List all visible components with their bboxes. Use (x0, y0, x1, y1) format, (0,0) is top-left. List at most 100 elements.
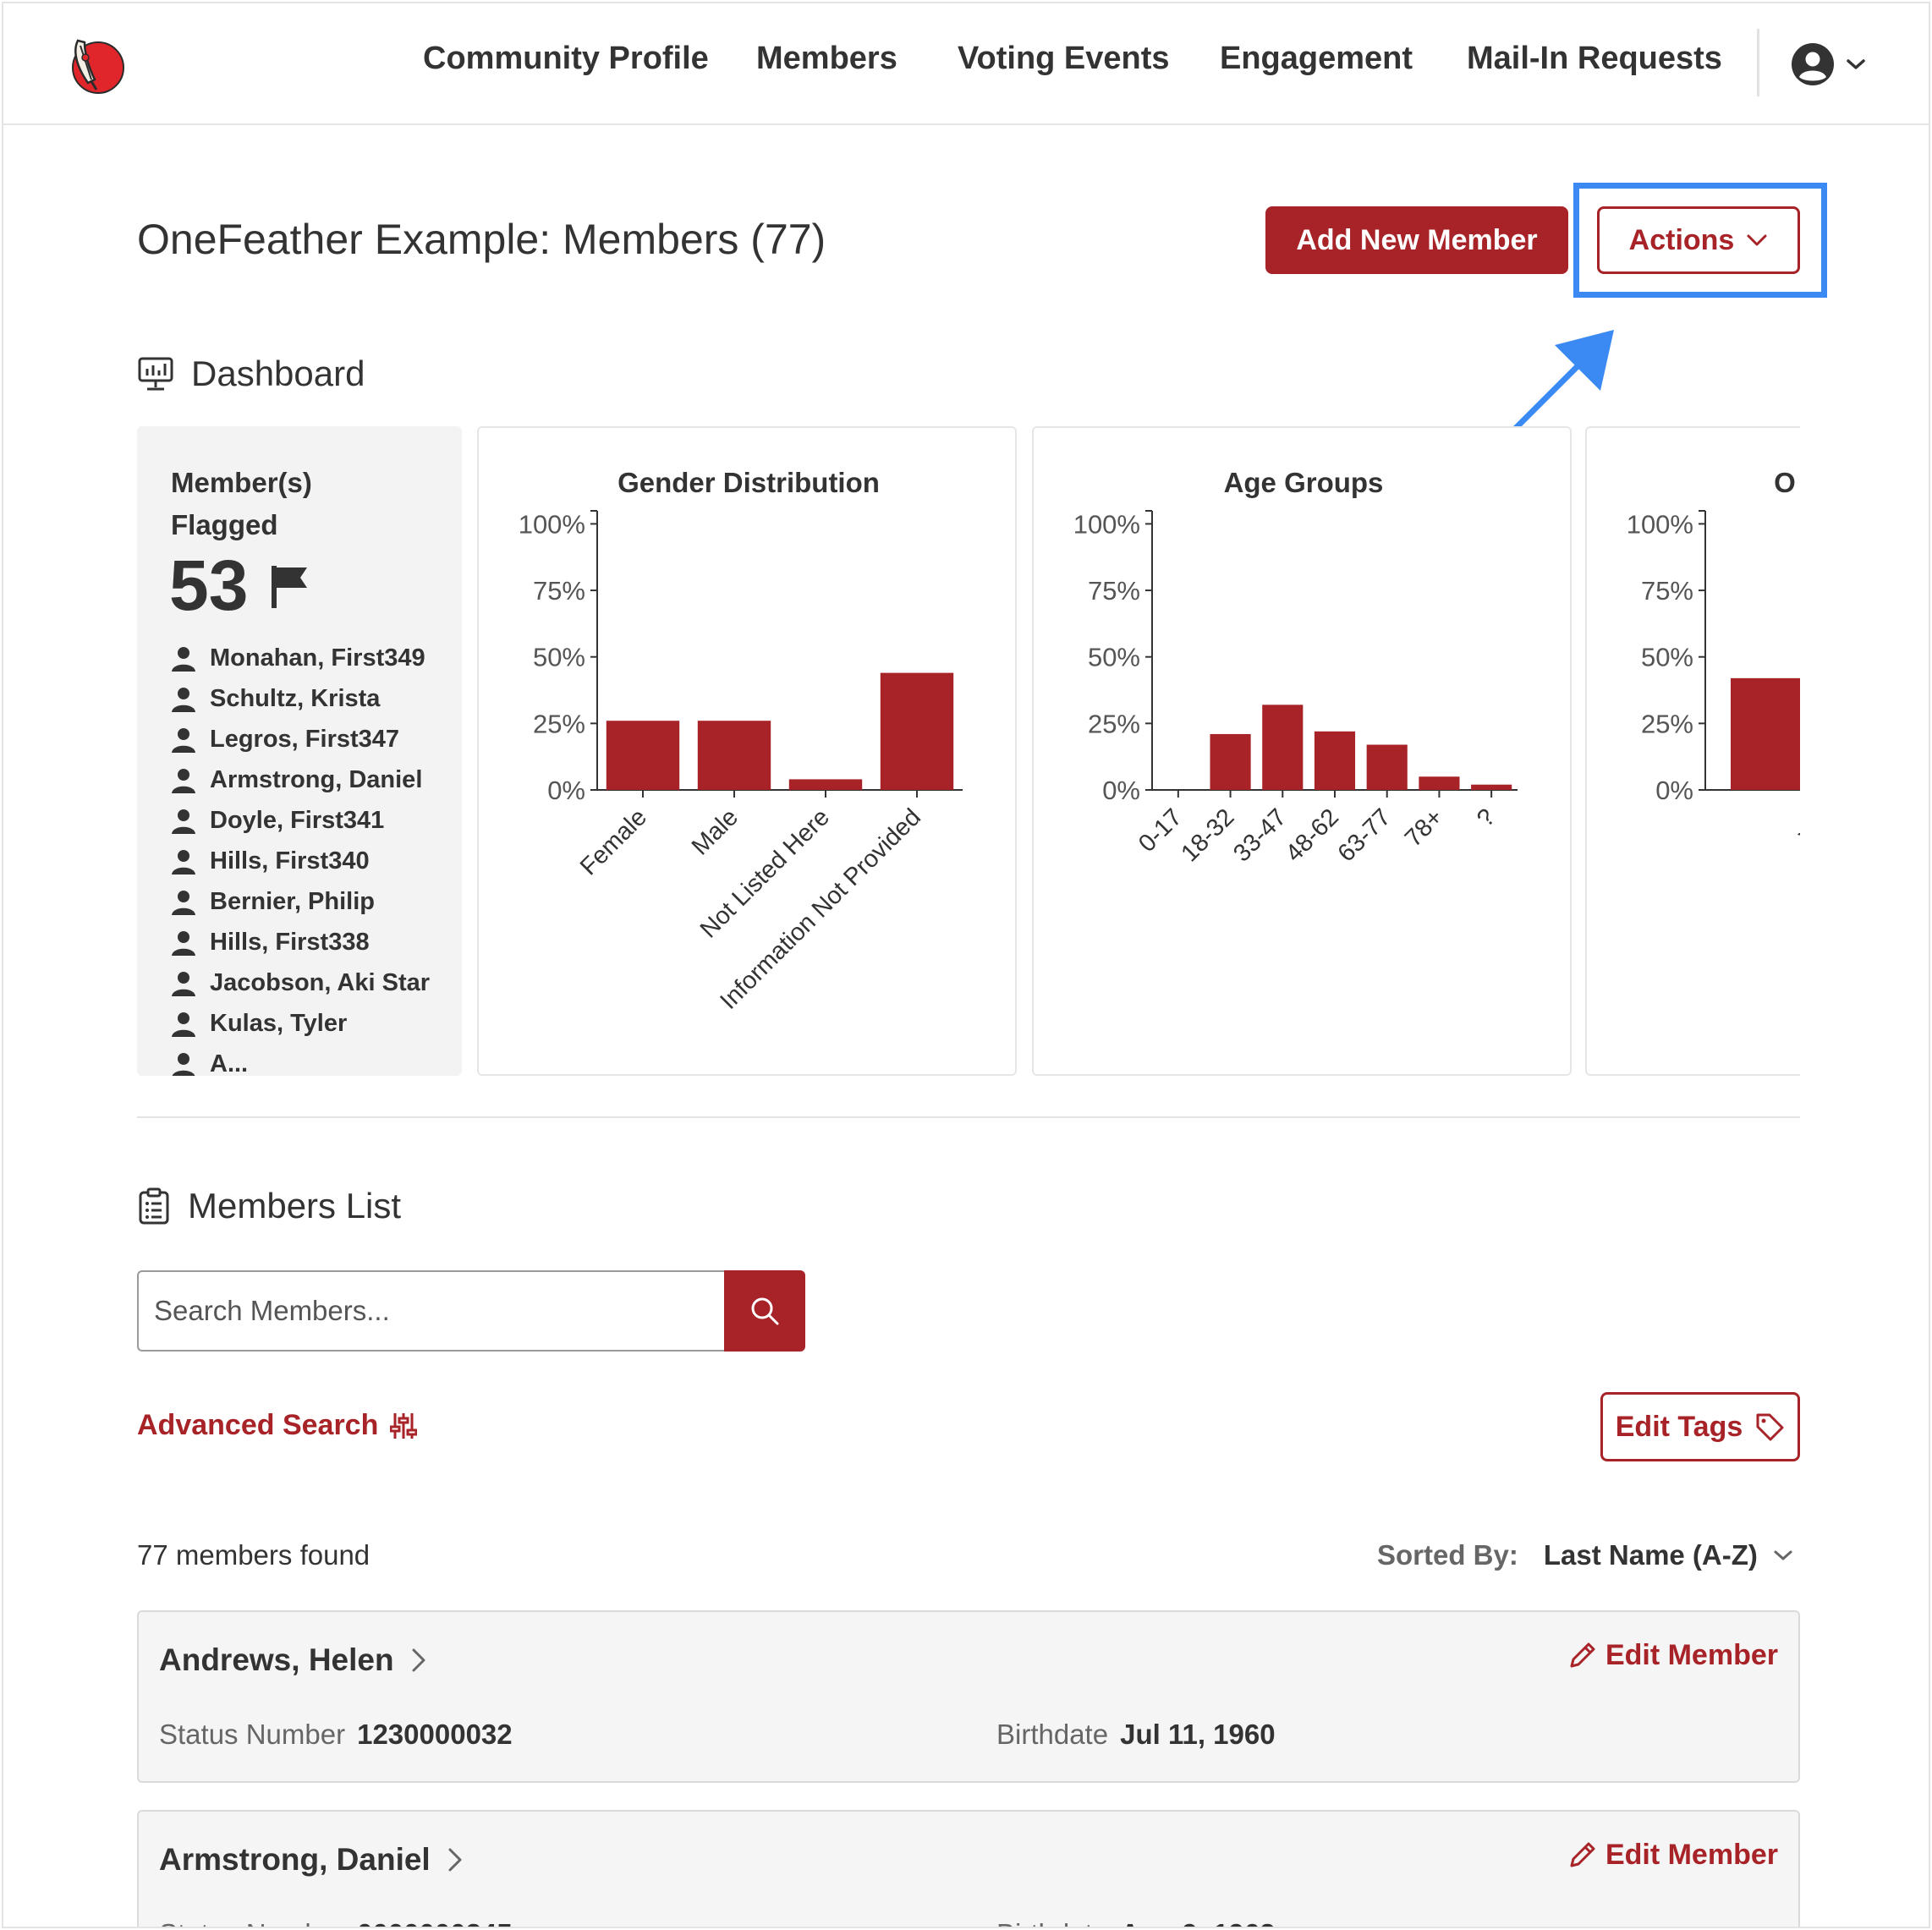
flagged-member-name: Jacobson, Aki Star (210, 969, 431, 996)
flagged-member-item[interactable]: Kulas, Tyler (171, 1008, 450, 1039)
search-button[interactable] (724, 1270, 805, 1352)
flagged-member-item[interactable]: Legros, First347 (171, 724, 450, 754)
status-number-label: Status Number (159, 1918, 345, 1927)
person-icon (172, 1053, 195, 1076)
flagged-member-item[interactable]: Monahan, First349 (171, 643, 450, 673)
x-tick-label: ? (1472, 803, 1501, 832)
flagged-count-value: 53 (169, 546, 249, 625)
chart-bar[interactable] (1314, 731, 1356, 790)
nav-engagement[interactable]: Engagement (1220, 41, 1413, 77)
y-tick-label: 100% (519, 509, 585, 539)
chart-bar[interactable] (1262, 705, 1304, 790)
nav-voting-events[interactable]: Voting Events (958, 41, 1170, 77)
person-icon (172, 728, 195, 753)
chart-bar[interactable] (1731, 677, 1800, 790)
member-search (137, 1270, 805, 1352)
pencil-icon (1570, 1842, 1595, 1867)
y-tick-label: 50% (533, 643, 585, 672)
nav-community-profile[interactable]: Community Profile (423, 41, 709, 77)
chart-bar[interactable] (1210, 733, 1251, 790)
person-icon (172, 688, 195, 712)
chart-bar[interactable] (880, 672, 954, 790)
member-card: Armstrong, Daniel Edit Member Status Numbe… (137, 1810, 1800, 1927)
member-card: Andrews, Helen Edit Member Status Number 12… (137, 1610, 1800, 1783)
flagged-members-card: Member(s) Flagged 53 Monahan, First349 Sc… (137, 426, 462, 1076)
chart-bar[interactable] (1419, 776, 1460, 790)
sort-dropdown[interactable]: Last Name (A-Z) (1544, 1539, 1793, 1571)
flagged-member-name: Doyle, First341 (210, 807, 385, 834)
clipboard-list-icon (139, 1187, 169, 1225)
nav-members[interactable]: Members (756, 41, 897, 77)
third-chart: O 100% 75% 50% 25% 0% Yes (1627, 467, 1800, 851)
flagged-member-item[interactable]: Armstrong, Daniel (171, 765, 450, 795)
member-name-link[interactable]: Armstrong, Daniel (159, 1842, 463, 1878)
pencil-icon (1570, 1642, 1595, 1667)
y-tick-label: 50% (1088, 643, 1140, 672)
chart-bar[interactable] (788, 779, 863, 790)
edit-member-button[interactable]: Edit Member (1567, 1839, 1778, 1872)
y-tick-label: 50% (1641, 643, 1693, 672)
y-tick-label: 25% (533, 709, 585, 738)
flagged-member-item[interactable]: Doyle, First341 (171, 805, 450, 836)
x-tick-label: Female (575, 803, 652, 880)
person-icon (172, 809, 195, 834)
birthdate-label: Birthdate (996, 1918, 1108, 1927)
sort-control: Sorted By: Last Name (A-Z) (1377, 1539, 1793, 1571)
edit-tags-button[interactable]: Edit Tags (1600, 1392, 1800, 1461)
person-icon (172, 972, 195, 996)
edit-member-button[interactable]: Edit Member (1567, 1639, 1778, 1672)
flagged-member-name: Hills, First338 (210, 929, 370, 956)
search-input[interactable] (137, 1270, 724, 1352)
flagged-members-list: Monahan, First349 Schultz, Krista Legros, … (171, 643, 450, 1076)
x-tick-label: 48-62 (1281, 803, 1344, 867)
chart-title: Age Groups (1224, 467, 1384, 498)
flagged-member-item[interactable]: Schultz, Krista (171, 683, 450, 714)
chart-title: Gender Distribution (617, 467, 880, 498)
sliders-icon (390, 1412, 418, 1439)
chart-bar[interactable] (697, 721, 771, 790)
dashboard-heading-label: Dashboard (191, 354, 365, 393)
member-name-link[interactable]: Andrews, Helen (159, 1642, 426, 1678)
user-avatar-icon (1792, 43, 1834, 85)
edit-tags-label: Edit Tags (1615, 1410, 1743, 1443)
y-tick-label: 75% (1088, 576, 1140, 606)
tag-icon (1756, 1413, 1784, 1441)
nav-mail-in-requests[interactable]: Mail-In Requests (1467, 41, 1722, 77)
flagged-member-item[interactable]: Bernier, Philip (171, 886, 450, 917)
birthdate-field: Birthdate Aug 9, 1962 (996, 1918, 1276, 1927)
flagged-member-item[interactable]: Hills, First340 (171, 846, 450, 876)
x-tick-label: Male (687, 803, 744, 860)
chart-bar[interactable] (1366, 744, 1408, 790)
birthdate-value: Aug 9, 1962 (1120, 1918, 1275, 1927)
chevron-right-icon (412, 1648, 425, 1672)
flagged-member-item[interactable]: A... (171, 1049, 450, 1076)
person-icon (172, 891, 195, 915)
chevron-down-icon (1847, 59, 1865, 69)
person-icon (172, 769, 195, 793)
person-icon (172, 850, 195, 875)
advanced-search-label: Advanced Search (137, 1409, 379, 1441)
flagged-title: Member(s) Flagged (171, 467, 312, 540)
flag-icon (272, 565, 308, 608)
chevron-right-icon (448, 1848, 462, 1872)
section-divider (137, 1116, 1800, 1118)
flagged-member-item[interactable]: Jacobson, Aki Star (171, 968, 450, 998)
x-tick-label: Yes (1794, 803, 1800, 851)
gender-distribution-card: Gender Distribution 100% 75% 50% 25% 0% Female… (477, 426, 1017, 1076)
chevron-down-icon (1774, 1550, 1792, 1560)
chart-bar[interactable] (1471, 784, 1512, 790)
x-tick-label: 33-47 (1228, 803, 1292, 867)
chart-bar[interactable] (606, 721, 680, 790)
flagged-member-name: Armstrong, Daniel (210, 766, 423, 793)
onefeather-logo[interactable] (66, 32, 125, 96)
edit-member-label: Edit Member (1605, 1839, 1778, 1871)
y-tick-label: 25% (1641, 709, 1693, 738)
gender-distribution-chart: Gender Distribution 100% 75% 50% 25% 0%Female… (519, 467, 963, 1015)
birthdate-label: Birthdate (996, 1719, 1109, 1750)
add-new-member-button[interactable]: Add New Member (1265, 206, 1568, 274)
user-menu[interactable] (1790, 41, 1874, 88)
status-number-label: Status Number (159, 1719, 346, 1750)
advanced-search-link[interactable]: Advanced Search (137, 1409, 418, 1442)
x-tick-label: 63-77 (1333, 803, 1397, 867)
flagged-member-item[interactable]: Hills, First338 (171, 927, 450, 957)
